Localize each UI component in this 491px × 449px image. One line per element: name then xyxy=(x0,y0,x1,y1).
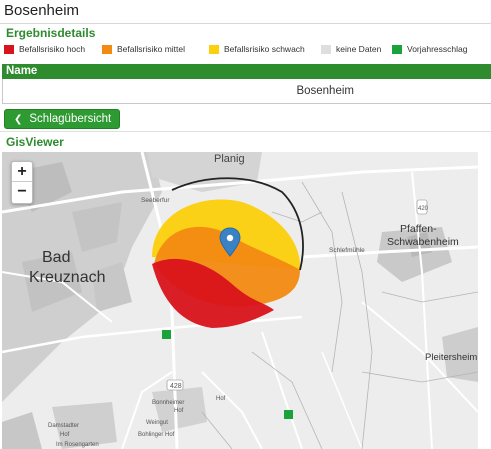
risk-legend: Befallsrisiko hoch Befallsrisiko mittel … xyxy=(0,44,491,60)
zoom-in-button[interactable]: + xyxy=(12,162,32,182)
map-label-schwabenheim: Schwabenheim xyxy=(387,236,459,248)
map-label-bonnheimer: Bonnheimer xyxy=(152,400,184,406)
previous-year-marker[interactable] xyxy=(162,330,171,339)
map-label-kreuznach: Kreuznach xyxy=(29,269,106,286)
map-label-schlefmuhle: Schlefmühle xyxy=(329,247,365,254)
map-label-weingut: Weingut xyxy=(146,420,168,426)
map-label-pleitersheim: Pleitersheim xyxy=(425,352,477,363)
map-label-road428: 428 xyxy=(170,383,182,390)
legend-label: Vorjahresschlag xyxy=(407,44,468,54)
legend-item-high: Befallsrisiko hoch xyxy=(4,44,85,54)
legend-item-nodata: keine Daten xyxy=(321,44,381,54)
map-viewer[interactable]: Bad Kreuznach Planig Pfaffen- Schwabenhe… xyxy=(2,152,478,449)
zoom-controls: + − xyxy=(11,161,33,204)
table-cell-name: Bosenheim xyxy=(2,79,491,104)
table-header-name: Name xyxy=(2,64,491,79)
divider xyxy=(0,131,491,132)
map-label-amhof: Im Rosengarten xyxy=(56,442,99,448)
legend-item-previous-year: Vorjahresschlag xyxy=(392,44,467,54)
map-label-seeberfur: Seeberfur xyxy=(141,197,170,204)
legend-label: Befallsrisiko schwach xyxy=(224,44,305,54)
previous-year-marker[interactable] xyxy=(284,410,293,419)
map-label-planig: Planig xyxy=(214,153,245,165)
zoom-out-button[interactable]: − xyxy=(12,182,32,202)
back-button-label: Schlagübersicht xyxy=(29,113,112,125)
legend-label: Befallsrisiko hoch xyxy=(19,44,86,54)
legend-swatch-low xyxy=(209,44,219,54)
legend-swatch-high xyxy=(4,44,14,54)
details-section-title: Ergebnisdetails xyxy=(6,26,96,40)
map-label-damstadter: Damstadter xyxy=(48,423,79,429)
legend-label: keine Daten xyxy=(336,44,382,54)
map-label-bad: Bad xyxy=(42,249,70,266)
legend-swatch-medium xyxy=(102,44,112,54)
legend-item-medium: Befallsrisiko mittel xyxy=(102,44,185,54)
divider xyxy=(0,23,491,24)
gisviewer-section-title: GisViewer xyxy=(6,135,64,149)
legend-item-low: Befallsrisiko schwach xyxy=(209,44,305,54)
legend-label: Befallsrisiko mittel xyxy=(117,44,186,54)
map-label-pfaffen: Pfaffen- xyxy=(400,223,437,235)
map-label-hof3: Hof xyxy=(216,396,226,402)
map-label-hof1: Hof xyxy=(174,408,184,414)
map-label-bohlinger: Bohlinger Hof xyxy=(138,432,175,438)
page-title: Bosenheim xyxy=(4,2,80,19)
back-to-overview-button[interactable]: ❮ Schlagübersicht xyxy=(4,109,120,129)
map-label-hof2: Hof xyxy=(60,432,70,438)
legend-swatch-nodata xyxy=(321,44,331,54)
map-canvas: Bad Kreuznach Planig Pfaffen- Schwabenhe… xyxy=(2,152,478,449)
legend-swatch-previous-year xyxy=(392,44,402,54)
chevron-left-icon: ❮ xyxy=(14,113,23,125)
map-label-road420: 420 xyxy=(418,206,429,212)
